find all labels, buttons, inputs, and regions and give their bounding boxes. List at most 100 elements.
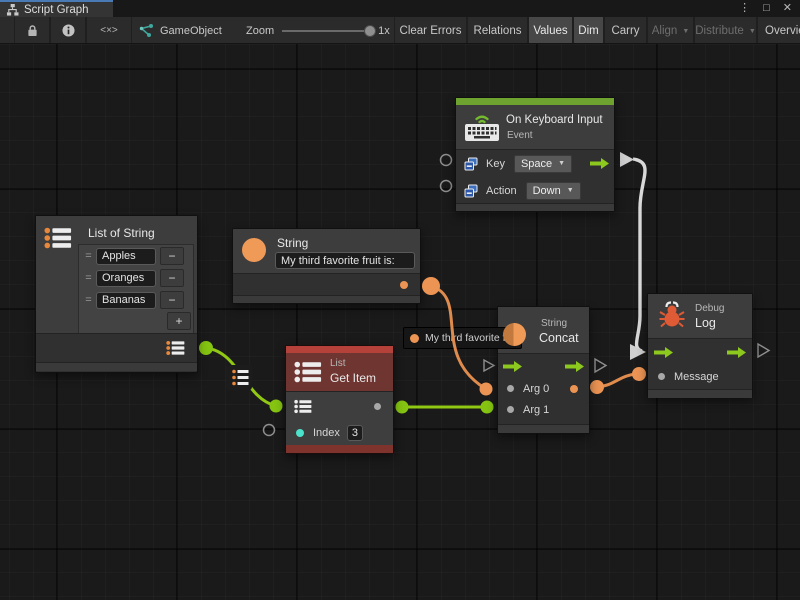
drag-handle[interactable]: = xyxy=(81,250,96,262)
list-icon xyxy=(294,360,322,384)
control-wire-end-arrow xyxy=(630,344,646,360)
unconnected-port-circle[interactable] xyxy=(441,155,452,166)
remove-item-button[interactable]: − xyxy=(160,291,184,309)
result-output-port[interactable] xyxy=(570,385,578,393)
key-dropdown[interactable]: Space ▼ xyxy=(514,155,572,173)
list-icon xyxy=(232,370,248,386)
wire-endpoint xyxy=(270,400,283,413)
gameobject-target[interactable]: GameObject xyxy=(138,17,222,44)
list-output-port[interactable] xyxy=(166,340,185,356)
node-on-keyboard-input[interactable]: On Keyboard Input Event Key Space ▼ xyxy=(455,97,615,212)
overview-button[interactable]: Overview xyxy=(757,17,800,44)
string-value-field[interactable]: My third favorite fruit is: xyxy=(275,252,415,269)
zoom-slider[interactable] xyxy=(282,30,370,32)
lock-button[interactable] xyxy=(14,17,50,44)
control-wire xyxy=(633,159,645,351)
list-item-field[interactable]: Bananas xyxy=(96,292,156,309)
event-node-strip xyxy=(456,98,614,105)
node-subtitle: Event xyxy=(507,130,533,141)
trigger-input-port[interactable] xyxy=(654,346,673,359)
string-output-port[interactable] xyxy=(400,281,408,289)
clear-errors-button[interactable]: Clear Errors xyxy=(394,17,467,44)
dim-toggle[interactable]: Dim xyxy=(573,17,604,44)
node-debug-log[interactable]: Debug Log Message xyxy=(647,293,753,398)
remove-item-button[interactable]: − xyxy=(160,247,184,265)
wire-endpoint xyxy=(481,401,494,414)
node-title: Concat xyxy=(539,331,579,345)
wire-endpoint xyxy=(480,383,493,396)
arg1-input-port[interactable] xyxy=(507,406,514,413)
carry-toggle[interactable]: Carry xyxy=(604,17,647,44)
keyboard-icon xyxy=(464,110,500,142)
trigger-input-port[interactable] xyxy=(503,360,522,373)
zoom-slider-handle[interactable] xyxy=(364,25,376,37)
key-dropdown-value: Space xyxy=(521,158,552,170)
window-close-icon[interactable]: ✕ xyxy=(783,0,792,17)
enum-icon xyxy=(464,184,478,198)
add-item-button[interactable]: + xyxy=(167,312,191,330)
wire-endpoint xyxy=(199,341,213,355)
tab-title: Script Graph xyxy=(24,4,89,16)
action-dropdown[interactable]: Down ▼ xyxy=(526,182,581,200)
index-value-field[interactable]: 3 xyxy=(347,425,363,441)
unconnected-trigger-arrow[interactable] xyxy=(758,344,769,357)
align-dropdown[interactable]: Align ▼ xyxy=(647,17,694,44)
list-item-field[interactable]: Apples xyxy=(96,248,156,265)
graph-canvas[interactable]: On Keyboard Input Event Key Space ▼ xyxy=(0,44,800,600)
node-title: String xyxy=(277,236,308,250)
trigger-output-port[interactable] xyxy=(590,157,609,170)
unconnected-trigger-arrow[interactable] xyxy=(484,360,494,371)
list-item-row: = Bananas − xyxy=(79,289,193,311)
zoom-level: 1x xyxy=(378,25,390,37)
node-title: Log xyxy=(695,316,716,330)
trigger-output-port[interactable] xyxy=(727,346,746,359)
gameobject-icon xyxy=(138,24,154,38)
values-toggle[interactable]: Values xyxy=(528,17,573,44)
list-item-field[interactable]: Oranges xyxy=(96,270,156,287)
remove-item-button[interactable]: − xyxy=(160,269,184,287)
action-port-label: Action xyxy=(486,185,517,197)
tab-script-graph[interactable]: Script Graph xyxy=(0,0,113,17)
drag-handle[interactable]: = xyxy=(81,294,96,306)
info-button[interactable] xyxy=(50,17,86,44)
list-value-wire xyxy=(206,348,276,406)
node-category: String xyxy=(541,318,567,329)
node-string-literal[interactable]: String My third favorite fruit is: xyxy=(232,228,421,304)
drag-handle[interactable]: = xyxy=(81,272,96,284)
code-view-button[interactable]: <×> xyxy=(86,17,132,44)
chevron-down-icon: ▼ xyxy=(749,28,756,35)
distribute-label: Distribute xyxy=(695,25,744,37)
string-type-icon xyxy=(503,323,526,346)
index-input-port[interactable] xyxy=(296,429,304,437)
node-list-of-string[interactable]: List of String = Apples − = Oranges − = xyxy=(35,215,198,373)
relations-button[interactable]: Relations xyxy=(467,17,528,44)
chevron-down-icon: ▼ xyxy=(558,160,565,167)
info-icon xyxy=(62,24,75,37)
list-item-row: = Oranges − xyxy=(79,267,193,289)
wire-endpoint xyxy=(632,367,646,381)
graph-toolbar: <×> GameObject Zoom 1x Clear Errors Rela… xyxy=(0,17,800,44)
unconnected-port-circle[interactable] xyxy=(441,181,452,192)
arg1-port-label: Arg 1 xyxy=(523,404,549,416)
unconnected-port-circle[interactable] xyxy=(264,425,275,436)
window-menu-icon[interactable]: ⋮ xyxy=(739,0,750,17)
selection-strip xyxy=(286,346,393,353)
unconnected-trigger-arrow[interactable] xyxy=(595,359,606,372)
list-input-port[interactable] xyxy=(294,399,312,414)
key-port-label: Key xyxy=(486,158,505,170)
message-input-port[interactable] xyxy=(658,373,665,380)
align-label: Align xyxy=(652,25,678,37)
bug-icon xyxy=(658,301,686,328)
node-get-item[interactable]: List Get Item Index xyxy=(285,345,394,454)
distribute-dropdown[interactable]: Distribute ▼ xyxy=(694,17,757,44)
value-tooltip-text: My third favorite fr... xyxy=(425,332,515,344)
trigger-output-port[interactable] xyxy=(565,360,584,373)
item-output-port[interactable] xyxy=(374,403,381,410)
message-port-label: Message xyxy=(674,371,719,383)
arg0-input-port[interactable] xyxy=(507,385,514,392)
node-title: On Keyboard Input xyxy=(506,114,603,126)
window-maximize-icon[interactable]: □ xyxy=(763,0,770,17)
node-category: List xyxy=(330,358,346,369)
code-icon: <×> xyxy=(100,25,118,36)
list-icon xyxy=(44,226,72,250)
